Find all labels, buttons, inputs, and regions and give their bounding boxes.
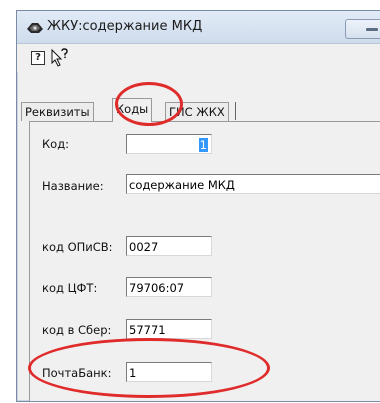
code-value: 1 [198,138,208,152]
name-label: Название: [42,179,104,193]
code-label: Код: [42,137,70,151]
codes-panel: Код: 1 Название: содержание МКД код ОПиС… [29,121,380,401]
minimize-icon [366,28,378,31]
tab-rekvizity[interactable]: Реквизиты [21,102,94,121]
tab-kody[interactable]: Коды [112,98,153,122]
title-bar[interactable]: ЖКУ:содержание МКД [17,11,380,44]
app-icon [27,23,43,33]
window-title: ЖКУ:содержание МКД [47,19,203,34]
pochtabank-input[interactable]: 1 [126,362,212,382]
toolbar: ? [17,44,380,72]
sber-code-label: код в Сбер: [42,323,112,337]
whats-this-help-icon[interactable] [50,48,70,68]
tab-separator [235,102,236,120]
name-input[interactable]: содержание МКД [126,174,380,194]
minimize-button[interactable] [345,19,380,39]
cft-code-input[interactable]: 79706:07 [126,277,212,297]
sber-code-input[interactable]: 57771 [126,319,212,339]
tab-strip: Реквизиты Коды ГИС ЖКХ [17,98,380,122]
dialog-window: ЖКУ:содержание МКД ? Реквизиты Коды ГИС … [16,10,380,402]
opsv-code-input[interactable]: 0027 [126,236,212,256]
opsv-code-label: код ОПиСВ: [42,240,113,254]
code-input[interactable]: 1 [126,134,212,154]
help-icon[interactable]: ? [31,51,45,65]
cft-code-label: код ЦФТ: [42,281,98,295]
tab-gis-zhkh[interactable]: ГИС ЖКХ [165,102,229,121]
pochtabank-label: ПочтаБанк: [42,366,112,380]
